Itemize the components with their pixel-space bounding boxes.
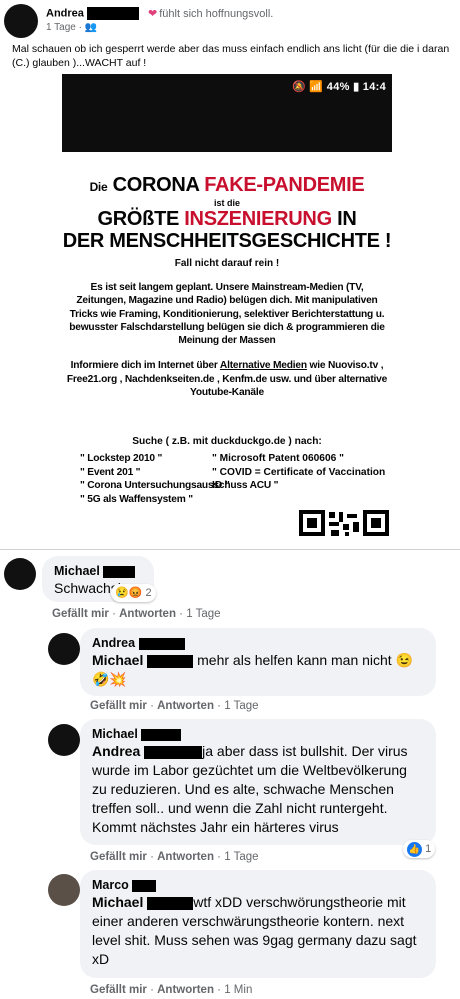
para2-intro: Informiere dich im Internet über bbox=[70, 360, 218, 372]
post-feeling: ❤ fühlt sich hoffnungsvoll. bbox=[148, 7, 273, 20]
comment-body: ja aber dass ist bullshit. Der virus wur… bbox=[92, 743, 408, 835]
comment-time[interactable]: 1 Min bbox=[224, 984, 252, 996]
comment-avatar[interactable] bbox=[48, 633, 80, 665]
comment-time[interactable]: 1 Tage bbox=[186, 608, 220, 620]
comment-bubble: Andrea Michael mehr als helfen kann man … bbox=[80, 628, 436, 696]
feeling-text: fühlt sich hoffnungsvoll. bbox=[159, 8, 274, 20]
comment-text: Michael mehr als helfen kann man nicht 😉 bbox=[92, 651, 424, 670]
post-author-name[interactable]: Andrea bbox=[46, 7, 139, 20]
poster-warning: Fall nicht darauf rein ! bbox=[174, 258, 280, 269]
battery-level: 44% bbox=[326, 81, 350, 93]
comment-text: Michael wtf xDD verschwörungstheorie mit… bbox=[92, 893, 424, 969]
reaction-count: 2 bbox=[145, 587, 152, 599]
poster-headline-2: GRÖßTE INSZENIERUNG IN bbox=[62, 208, 392, 230]
like-reaction-icon: 👍 bbox=[407, 841, 422, 857]
comment-emoji: 🤣💥 bbox=[92, 671, 127, 687]
mention-link[interactable]: Andrea bbox=[92, 743, 140, 759]
friends-icon: 👥 bbox=[84, 22, 98, 33]
hopeful-emoji-icon: ❤ bbox=[148, 8, 158, 20]
poster-body: Die CORONA FAKE-PANDEMIE ist die GRÖßTE … bbox=[62, 152, 392, 546]
headline-groesste: GRÖßTE bbox=[97, 208, 180, 230]
comment-time[interactable]: 1 Tage bbox=[224, 851, 258, 863]
search-item: " 5G als Waffensystem " bbox=[80, 493, 193, 505]
comment-author[interactable]: Andrea bbox=[92, 635, 424, 651]
post-timestamp[interactable]: 1 Tage bbox=[46, 22, 76, 33]
redaction-bar bbox=[132, 879, 157, 892]
status-time: 14:4 bbox=[362, 81, 386, 93]
para2-underlined: Alternative Medien bbox=[219, 360, 307, 372]
author-label: Andrea bbox=[92, 636, 136, 650]
comment-bubble: Michael Andrea ja aber dass ist bullshit… bbox=[80, 719, 436, 845]
comment-author[interactable]: Marco bbox=[92, 877, 424, 893]
mute-icon: 🔕 bbox=[292, 81, 307, 93]
poster-paragraph-1: Es ist seit langem geplant. Unsere Mains… bbox=[69, 282, 385, 347]
comment-avatar[interactable] bbox=[48, 724, 80, 756]
comment-actions: Gefällt mir · Antworten · 1 Min bbox=[90, 984, 253, 996]
redaction-bar bbox=[103, 565, 136, 578]
author-label: Michael bbox=[54, 564, 100, 578]
author-label: Marco bbox=[92, 878, 129, 892]
poster-paragraph-2: Informiere dich im Internet über Alterna… bbox=[62, 359, 392, 399]
sad-reaction-icon: 😢 bbox=[115, 587, 129, 599]
headline-inszenierung: INSZENIERUNG bbox=[184, 208, 332, 230]
search-title: Suche ( z.B. mit duckduckgo.de ) nach: bbox=[132, 436, 322, 447]
comment-text: Andrea ja aber dass ist bullshit. Der vi… bbox=[92, 742, 424, 837]
redaction-bar bbox=[138, 637, 185, 650]
mention-link[interactable]: Michael bbox=[92, 652, 143, 668]
section-divider bbox=[0, 549, 460, 550]
phone-status-bar: 🔕 📶 44% ▮ 14:4 bbox=[62, 74, 392, 152]
comment-bubble: Marco Michael wtf xDD verschwörungstheor… bbox=[80, 870, 436, 978]
redaction-bar bbox=[86, 7, 139, 20]
headline-corona: CORONA bbox=[112, 174, 200, 196]
post-author-label: Andrea bbox=[46, 7, 84, 20]
reaction-summary[interactable]: 😢😡 2 bbox=[111, 584, 156, 602]
status-icons: 🔕 📶 44% ▮ 14:4 bbox=[292, 80, 386, 93]
reply-link[interactable]: Antworten bbox=[157, 851, 214, 863]
reaction-summary[interactable]: 👍 1 bbox=[403, 840, 436, 858]
redaction-bar bbox=[147, 896, 194, 910]
post-author-avatar[interactable] bbox=[4, 4, 38, 38]
like-link[interactable]: Gefällt mir bbox=[90, 984, 147, 996]
like-link[interactable]: Gefällt mir bbox=[90, 700, 147, 712]
post-header: Andrea ❤ fühlt sich hoffnungsvoll. 1 Tage… bbox=[0, 0, 460, 40]
mention-link[interactable]: Michael bbox=[92, 894, 143, 910]
comment-actions: Gefällt mir · Antworten · 1 Tage bbox=[90, 851, 259, 863]
comment-author[interactable]: Michael bbox=[92, 726, 424, 742]
reply-link[interactable]: Antworten bbox=[157, 700, 214, 712]
comment-avatar[interactable] bbox=[48, 874, 80, 906]
like-link[interactable]: Gefällt mir bbox=[52, 608, 109, 620]
headline-istdie: ist die bbox=[213, 198, 240, 208]
reaction-count: 1 bbox=[425, 843, 432, 855]
poster-headline-3: DER MENSCHHEITSGESCHICHTE ! bbox=[62, 230, 392, 252]
angry-reaction-icon: 😡 bbox=[128, 587, 143, 599]
comment-author[interactable]: Michael bbox=[54, 563, 142, 579]
author-label: Michael bbox=[92, 727, 138, 741]
headline-fake-pandemie: FAKE-PANDEMIE bbox=[204, 174, 365, 196]
reply-link[interactable]: Antworten bbox=[119, 608, 176, 620]
qr-code-icon bbox=[299, 510, 389, 536]
poster-headline-1: Die CORONA FAKE-PANDEMIE bbox=[62, 174, 392, 197]
wifi-signal-icon: 📶 bbox=[309, 81, 324, 93]
comment-actions: Gefällt mir · Antworten · 1 Tage bbox=[52, 608, 221, 620]
comment-avatar[interactable] bbox=[4, 558, 36, 590]
redaction-bar bbox=[144, 745, 203, 759]
like-link[interactable]: Gefällt mir bbox=[90, 851, 147, 863]
comment-time[interactable]: 1 Tage bbox=[224, 700, 258, 712]
search-item: " Microsoft Patent 060606 " bbox=[212, 453, 344, 464]
battery-icon: ▮ bbox=[353, 81, 360, 93]
headline-in: IN bbox=[337, 208, 357, 230]
post-text: Mal schauen ob ich gesperrt werde aber d… bbox=[12, 43, 450, 69]
post-meta: 1 Tage · 👥 bbox=[46, 22, 98, 33]
shared-image[interactable]: 🔕 📶 44% ▮ 14:4 Die CORONA FAKE-PANDEMIE … bbox=[62, 74, 392, 546]
search-item: " COVID = Certificate of Vaccination ID … bbox=[212, 466, 386, 492]
redaction-bar bbox=[141, 728, 182, 741]
comment-actions: Gefällt mir · Antworten · 1 Tage bbox=[90, 700, 259, 712]
headline-die: Die bbox=[89, 180, 108, 194]
reply-link[interactable]: Antworten bbox=[157, 984, 214, 996]
comment-body: mehr als helfen kann man nicht 😉 bbox=[197, 652, 414, 668]
redaction-bar bbox=[147, 654, 194, 668]
search-list-right: " Microsoft Patent 060606 " " COVID = Ce… bbox=[212, 452, 392, 493]
